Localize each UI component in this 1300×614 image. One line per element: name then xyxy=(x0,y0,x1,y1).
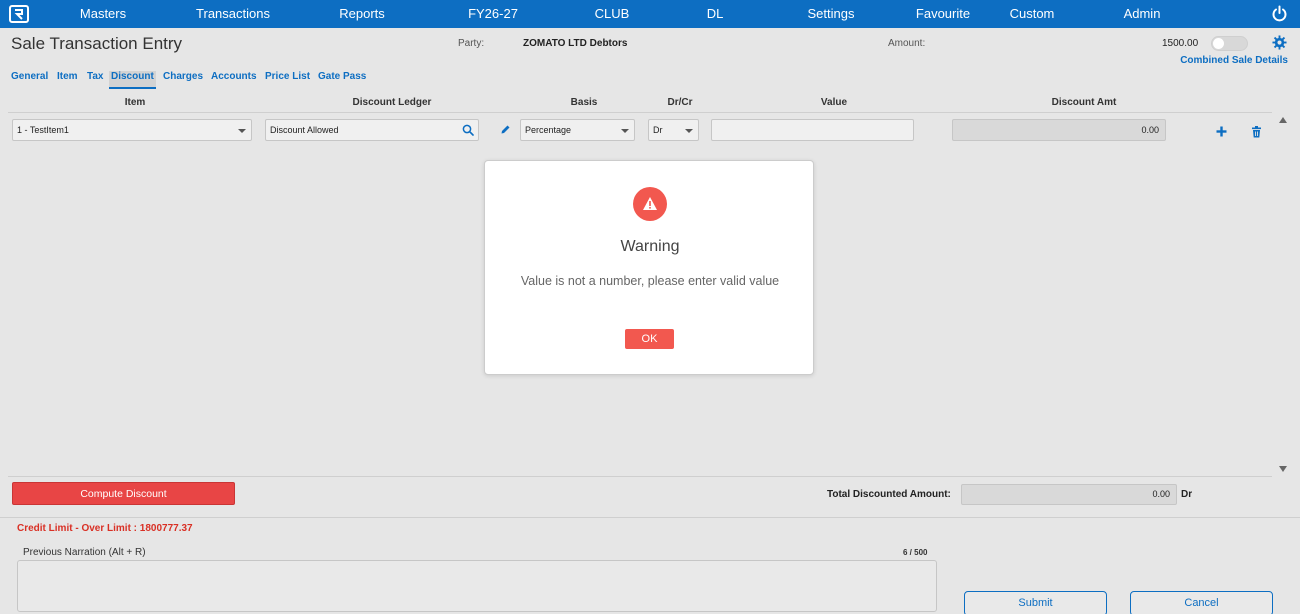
nav-masters[interactable]: Masters xyxy=(80,0,126,28)
discount-amt-field: 0.00 xyxy=(952,119,1166,141)
chevron-down-icon xyxy=(621,129,629,133)
grid-header-divider xyxy=(8,112,1272,113)
dialog-message: Value is not a number, please enter vali… xyxy=(520,274,780,288)
tab-gate-pass[interactable]: Gate Pass xyxy=(318,71,366,82)
combined-sale-details-link[interactable]: Combined Sale Details xyxy=(1180,55,1288,66)
col-header-value: Value xyxy=(820,97,848,108)
discount-ledger-value: Discount Allowed xyxy=(270,125,339,135)
amount-label: Amount: xyxy=(888,38,926,49)
col-header-drcr: Dr/Cr xyxy=(667,97,693,108)
chevron-down-icon xyxy=(238,129,246,133)
tab-item[interactable]: Item xyxy=(57,71,78,82)
page-title: Sale Transaction Entry xyxy=(11,34,183,53)
power-icon[interactable] xyxy=(1271,5,1288,22)
section-divider xyxy=(0,517,1300,518)
grid-bottom-divider xyxy=(8,476,1272,477)
party-value: ZOMATO LTD Debtors xyxy=(523,38,628,49)
tab-general[interactable]: General xyxy=(11,71,48,82)
logo-icon[interactable] xyxy=(9,5,29,23)
item-select-value: 1 - TestItem1 xyxy=(17,125,69,135)
col-header-discount-ledger: Discount Ledger xyxy=(352,97,432,108)
tab-discount[interactable]: Discount xyxy=(109,71,156,89)
delete-icon[interactable] xyxy=(1251,126,1262,138)
nav-club[interactable]: CLUB xyxy=(595,0,630,28)
tab-accounts[interactable]: Accounts xyxy=(211,71,257,82)
total-discounted-amount-field: 0.00 xyxy=(961,484,1177,505)
col-header-item: Item xyxy=(124,97,146,108)
amount-value: 1500.00 xyxy=(1162,38,1199,49)
nav-admin[interactable]: Admin xyxy=(1124,0,1161,28)
gear-icon[interactable] xyxy=(1272,35,1287,50)
discount-ledger-field[interactable]: Discount Allowed xyxy=(265,119,479,141)
narration-label: Previous Narration (Alt + R) xyxy=(23,547,146,558)
scroll-down-arrow[interactable] xyxy=(1279,466,1287,472)
nav-custom[interactable]: Custom xyxy=(1010,0,1055,28)
top-nav-bar: Masters Transactions Reports FY26-27 CLU… xyxy=(0,0,1300,28)
compute-discount-button[interactable]: Compute Discount xyxy=(12,482,235,505)
narration-char-count: 6 / 500 xyxy=(903,548,928,557)
total-discounted-amount-label: Total Discounted Amount: xyxy=(827,489,951,500)
nav-reports[interactable]: Reports xyxy=(339,0,385,28)
warning-icon xyxy=(633,187,667,221)
tab-tax[interactable]: Tax xyxy=(87,71,104,82)
basis-select-value: Percentage xyxy=(525,125,572,135)
value-input[interactable] xyxy=(711,119,914,141)
credit-limit-warning: Credit Limit - Over Limit : 1800777.37 xyxy=(17,523,193,534)
total-drcr-label: Dr xyxy=(1181,489,1193,500)
submit-button[interactable]: Submit xyxy=(964,591,1107,614)
drcr-select[interactable]: Dr xyxy=(648,119,699,141)
item-select[interactable]: 1 - TestItem1 xyxy=(12,119,252,141)
nav-dl[interactable]: DL xyxy=(707,0,724,28)
party-label: Party: xyxy=(458,38,485,49)
col-header-discount-amt: Discount Amt xyxy=(1051,97,1117,108)
nav-transactions[interactable]: Transactions xyxy=(196,0,270,28)
nav-settings[interactable]: Settings xyxy=(808,0,855,28)
search-icon[interactable] xyxy=(462,124,474,136)
ok-button[interactable]: OK xyxy=(625,329,674,349)
amount-toggle[interactable] xyxy=(1211,36,1248,51)
scroll-up-arrow[interactable] xyxy=(1279,117,1287,123)
chevron-down-icon xyxy=(685,129,693,133)
narration-textarea[interactable] xyxy=(17,560,937,612)
cancel-button[interactable]: Cancel xyxy=(1130,591,1273,614)
tab-charges[interactable]: Charges xyxy=(163,71,203,82)
add-icon[interactable] xyxy=(1216,126,1227,137)
tab-price-list[interactable]: Price List xyxy=(265,71,310,82)
nav-fy[interactable]: FY26-27 xyxy=(468,0,518,28)
dialog-title: Warning xyxy=(620,238,680,255)
edit-pencil-icon[interactable] xyxy=(500,124,511,135)
basis-select[interactable]: Percentage xyxy=(520,119,635,141)
drcr-select-value: Dr xyxy=(653,125,663,135)
warning-dialog: Warning Value is not a number, please en… xyxy=(484,160,814,375)
col-header-basis: Basis xyxy=(570,97,598,108)
nav-favourite[interactable]: Favourite xyxy=(916,0,970,28)
